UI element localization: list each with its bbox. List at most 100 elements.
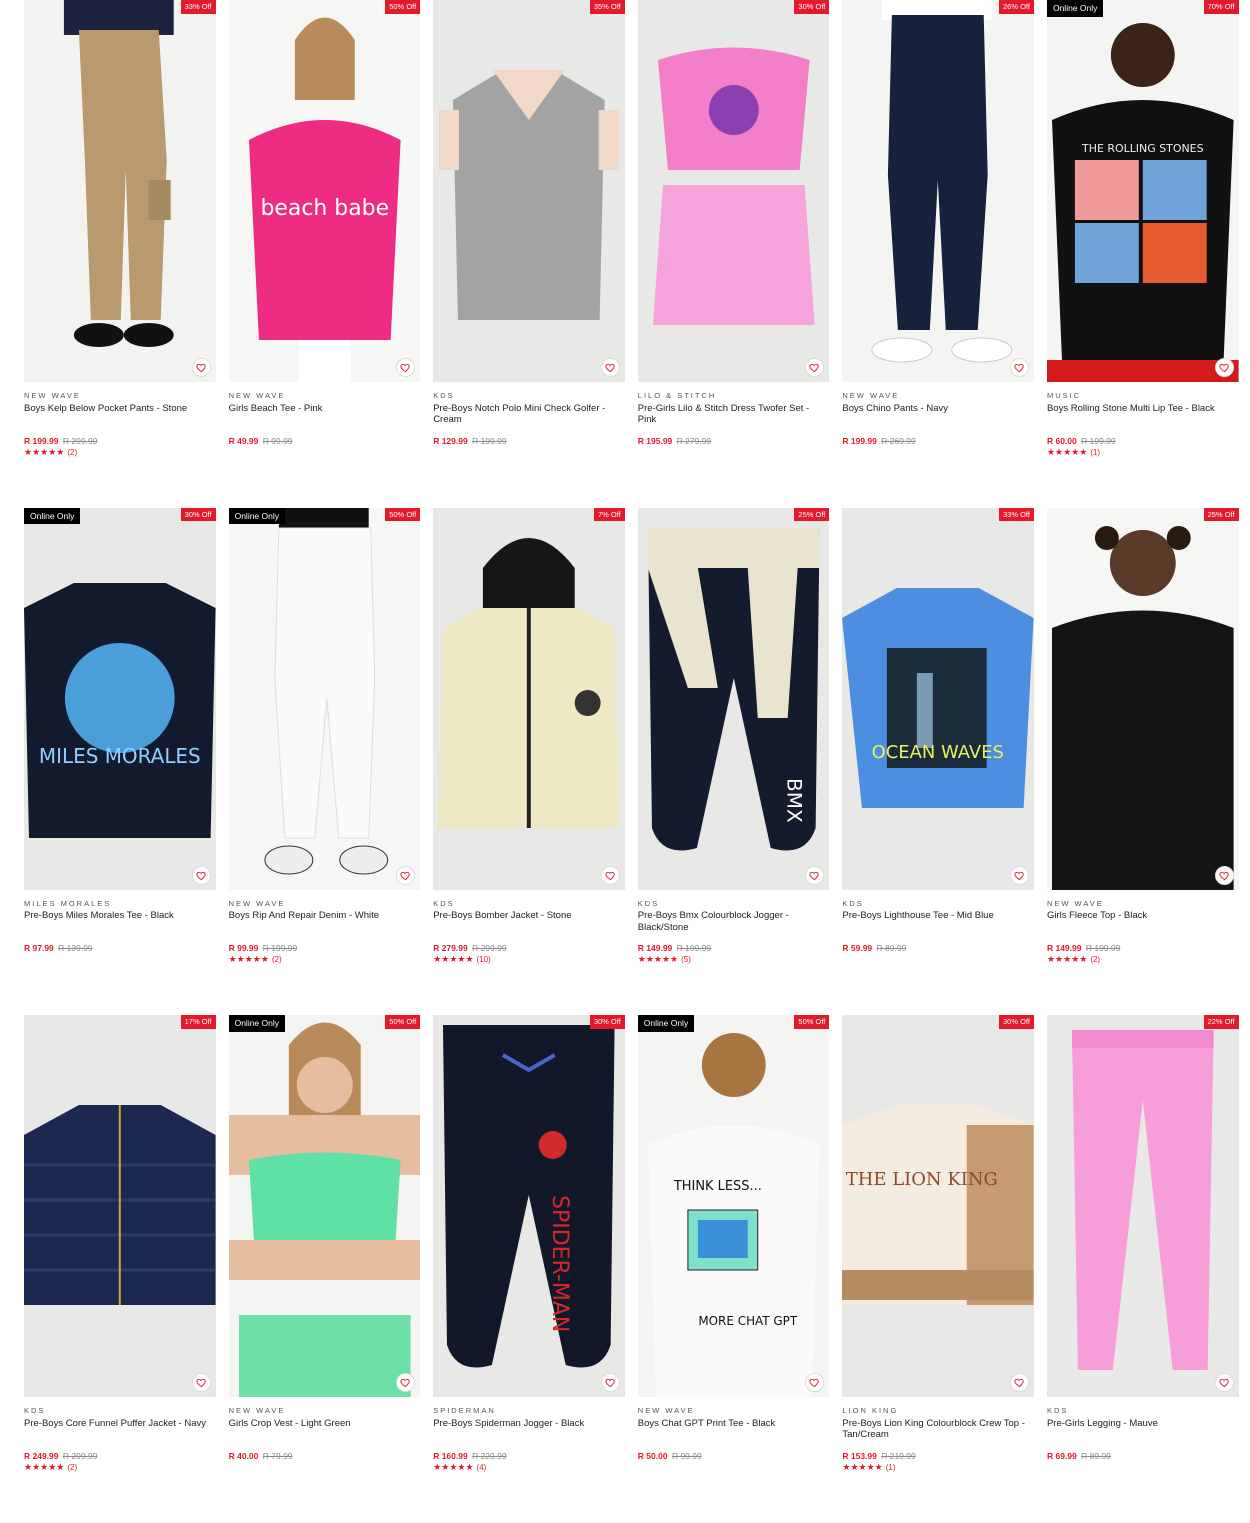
product-name[interactable]: Pre-Boys Bmx Colourblock Jogger - Black/… (638, 910, 830, 934)
wishlist-button[interactable] (191, 1373, 211, 1392)
product-photo[interactable]: SPIDER-MAN (433, 1015, 625, 1397)
product-name[interactable]: Boys Kelp Below Pocket Pants - Stone (24, 403, 216, 427)
review-count[interactable]: (1) (886, 1463, 896, 1472)
product-name[interactable]: Girls Fleece Top - Black (1047, 910, 1239, 934)
discount-badge: 50% Off (385, 1015, 421, 1029)
product-image[interactable]: 22% Off (1046, 1015, 1239, 1397)
wishlist-button[interactable] (1009, 865, 1029, 885)
product-card[interactable]: Online Only 50% Off NEW WAVE Girls Crop … (228, 1015, 421, 1523)
product-image[interactable]: Online Only 50% Off (228, 1015, 421, 1397)
wishlist-button[interactable] (1009, 1373, 1029, 1392)
review-count[interactable]: (2) (272, 955, 282, 964)
product-name[interactable]: Girls Crop Vest - Light Green (229, 1418, 421, 1442)
product-name[interactable]: Pre-Boys Notch Polo Mini Check Golfer - … (433, 403, 625, 427)
product-photo[interactable] (842, 0, 1034, 382)
product-card[interactable]: 7% Off KDS Pre-Boys Bomber Jacket - Ston… (433, 507, 625, 1016)
product-photo[interactable] (24, 1015, 216, 1397)
product-name[interactable]: Boys Rip And Repair Denim - White (229, 910, 421, 934)
online-only-badge: Online Only (24, 507, 81, 524)
product-name[interactable]: Pre-Boys Bomber Jacket - Stone (433, 910, 625, 934)
product-name[interactable]: Pre-Girls Legging - Mauve (1047, 1418, 1239, 1442)
product-image[interactable]: OCEAN WAVES 33% Off (842, 507, 1034, 890)
product-card[interactable]: OCEAN WAVES 33% Off KDS Pre-Boys Lightho… (842, 507, 1034, 1016)
product-name[interactable]: Pre-Boys Lion King Colourblock Crew Top … (842, 1418, 1034, 1442)
wishlist-button[interactable] (396, 865, 416, 885)
product-image[interactable]: 26% Off (842, 0, 1034, 382)
product-photo[interactable] (24, 0, 216, 382)
product-image[interactable]: THINK LESS... MORE CHAT GPT Online Only 5… (637, 1015, 830, 1397)
product-card[interactable]: 22% Off KDS Pre-Girls Legging - Mauve R … (1046, 1015, 1239, 1523)
product-image[interactable]: 33% Off (24, 0, 216, 382)
product-card[interactable]: 17% Off KDS Pre-Boys Core Funnel Puffer … (24, 1015, 216, 1523)
product-card[interactable]: Online Only 50% Off NEW WAVE Boys Rip An… (228, 507, 421, 1016)
product-photo[interactable]: OCEAN WAVES (842, 507, 1034, 890)
product-name[interactable]: Pre-Girls Lilo & Stitch Dress Twofer Set… (638, 403, 830, 427)
product-image[interactable]: 17% Off (24, 1015, 216, 1397)
product-image[interactable]: 35% Off (433, 0, 625, 382)
review-count[interactable]: (2) (67, 448, 77, 457)
product-name[interactable]: Pre-Boys Miles Morales Tee - Black (24, 910, 216, 934)
product-name[interactable]: Boys Rolling Stone Multi Lip Tee - Black (1047, 403, 1239, 427)
product-photo[interactable] (433, 507, 625, 890)
product-name[interactable]: Pre-Boys Lighthouse Tee - Mid Blue (842, 910, 1034, 934)
product-photo[interactable]: BMX (637, 507, 830, 890)
product-image[interactable]: 30% Off (637, 0, 830, 382)
product-photo[interactable]: MILES MORALES (24, 507, 216, 890)
product-photo[interactable] (433, 0, 625, 382)
product-image[interactable]: MILES MORALES Online Only 30% Off (24, 507, 216, 890)
product-image[interactable]: THE ROLLING STONES Online Only 70% Off (1046, 0, 1239, 382)
wishlist-button[interactable] (600, 1373, 620, 1392)
wishlist-button[interactable] (1009, 358, 1029, 377)
wishlist-button[interactable] (1214, 358, 1234, 377)
heart-icon (1014, 362, 1025, 373)
review-count[interactable]: (4) (477, 1463, 487, 1472)
wishlist-button[interactable] (805, 865, 825, 885)
product-image[interactable]: beach babe 50% Off (228, 0, 421, 382)
product-image[interactable]: 25% Off (1046, 507, 1239, 890)
product-photo[interactable] (228, 507, 421, 890)
wishlist-button[interactable] (600, 865, 620, 885)
product-card[interactable]: BMX 25% Off KDS Pre-Boys Bmx Colourblock… (637, 507, 830, 1016)
review-count[interactable]: (10) (477, 955, 491, 964)
product-card[interactable]: beach babe 50% Off NEW WAVE Girls Beach … (228, 0, 421, 508)
product-name[interactable]: Boys Chino Pants - Navy (842, 403, 1034, 427)
wishlist-button[interactable] (1214, 865, 1234, 885)
rating: ★★★★★ (2) (24, 447, 216, 457)
product-photo[interactable]: THE LION KING (842, 1015, 1034, 1397)
review-count[interactable]: (2) (1090, 955, 1100, 964)
product-image[interactable]: THE LION KING 30% Off (842, 1015, 1034, 1397)
wishlist-button[interactable] (600, 358, 620, 377)
product-card[interactable]: THE LION KING 30% Off LION KING Pre-Boys… (842, 1015, 1034, 1523)
product-photo[interactable] (1046, 1015, 1239, 1397)
product-card[interactable]: 26% Off NEW WAVE Boys Chino Pants - Navy… (842, 0, 1034, 508)
product-brand: KDS (433, 898, 455, 908)
product-photo[interactable] (637, 0, 830, 382)
product-name[interactable]: Girls Beach Tee - Pink (229, 403, 421, 427)
product-image[interactable]: BMX 25% Off (637, 507, 830, 890)
product-card[interactable]: 30% Off LILO & STITCH Pre-Girls Lilo & S… (637, 0, 830, 508)
product-card[interactable]: SPIDER-MAN 30% Off SPIDERMAN Pre-Boys Sp… (433, 1015, 625, 1523)
review-count[interactable]: (5) (681, 955, 691, 964)
wishlist-button[interactable] (191, 358, 211, 377)
product-image[interactable]: SPIDER-MAN 30% Off (433, 1015, 625, 1397)
review-count[interactable]: (2) (67, 1463, 77, 1472)
product-card[interactable]: 25% Off NEW WAVE Girls Fleece Top - Blac… (1046, 507, 1239, 1016)
review-count[interactable]: (1) (1090, 448, 1100, 457)
product-photo[interactable]: THINK LESS... MORE CHAT GPT (637, 1015, 830, 1397)
product-card[interactable]: MILES MORALES Online Only 30% Off MILES … (24, 507, 216, 1016)
product-name[interactable]: Pre-Boys Core Funnel Puffer Jacket - Nav… (24, 1418, 216, 1442)
product-card[interactable]: THE ROLLING STONES Online Only 70% Off M… (1046, 0, 1239, 508)
product-photo[interactable]: THE ROLLING STONES (1046, 0, 1239, 382)
wishlist-button[interactable] (1214, 1373, 1234, 1392)
product-photo[interactable] (1046, 507, 1239, 890)
wishlist-button[interactable] (191, 865, 211, 885)
product-card[interactable]: THINK LESS... MORE CHAT GPT Online Only 5… (637, 1015, 830, 1523)
product-image[interactable]: 7% Off (433, 507, 625, 890)
product-photo[interactable]: beach babe (228, 0, 421, 382)
product-card[interactable]: 33% Off NEW WAVE Boys Kelp Below Pocket … (24, 0, 216, 508)
product-name[interactable]: Pre-Boys Spiderman Jogger - Black (433, 1418, 625, 1442)
product-photo[interactable] (228, 1015, 421, 1397)
product-image[interactable]: Online Only 50% Off (228, 507, 421, 890)
product-name[interactable]: Boys Chat GPT Print Tee - Black (638, 1418, 830, 1442)
product-card[interactable]: 35% Off KDS Pre-Boys Notch Polo Mini Che… (433, 0, 625, 508)
